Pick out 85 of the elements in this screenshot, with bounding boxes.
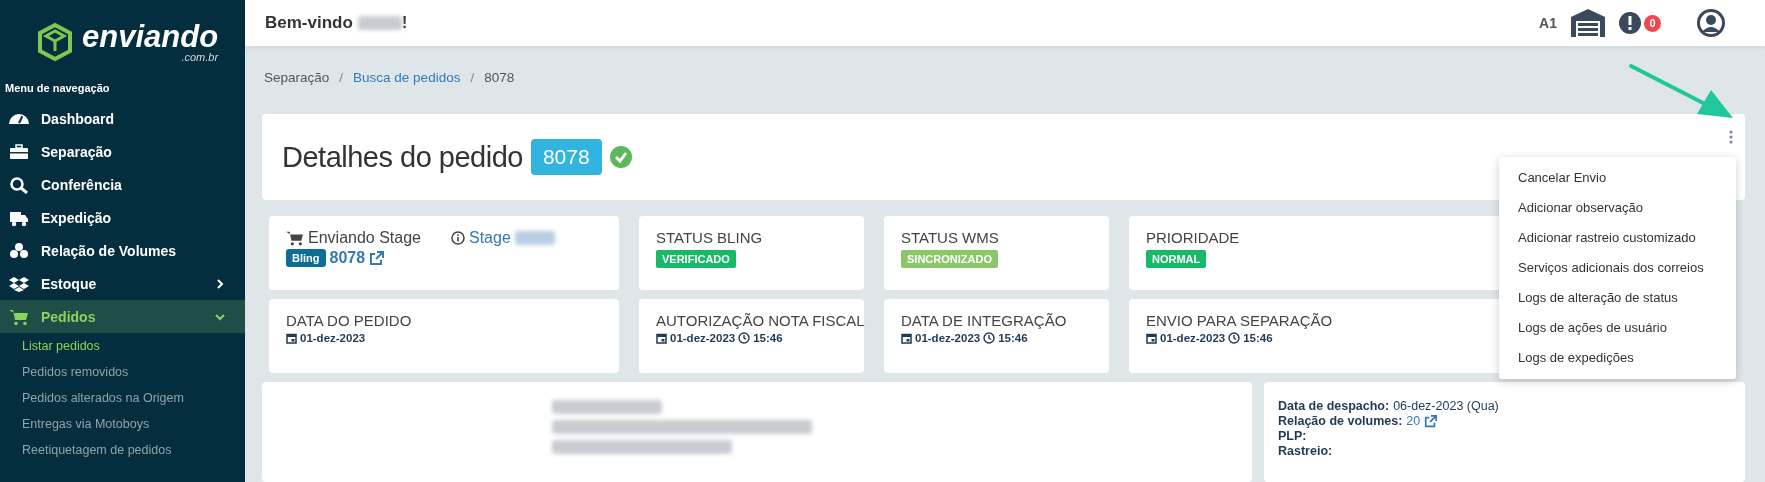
user-avatar-icon[interactable] <box>1697 9 1725 37</box>
warehouse-code: A1 <box>1539 15 1557 31</box>
store-link[interactable]: Stage <box>469 229 511 247</box>
card-title: ENVIO PARA SEPARAÇÃO <box>1146 312 1333 329</box>
cart-icon <box>286 230 304 246</box>
menu-item[interactable]: Cancelar Envio <box>1499 163 1736 193</box>
calendar-icon <box>286 332 297 344</box>
menu-item[interactable]: Logs de ações de usuário <box>1499 313 1736 343</box>
breadcrumb-item: Separação <box>264 69 330 85</box>
gauge-icon <box>9 113 29 124</box>
nav-subitem[interactable]: Pedidos alterados na Origem <box>0 385 245 411</box>
external-link-icon[interactable] <box>369 250 385 266</box>
chevron-right-icon <box>215 278 225 289</box>
boxes-icon <box>9 241 29 260</box>
card-title: STATUS WMS <box>901 229 999 246</box>
field-label: PLP: <box>1278 429 1307 444</box>
kebab-menu-icon <box>1729 130 1733 144</box>
status-badge: SINCRONIZADO <box>901 250 998 268</box>
nav-item[interactable]: Separação <box>0 135 245 168</box>
field-value: 06-dez-2023 (Qua) <box>1393 399 1499 414</box>
nav-item[interactable]: Pedidos <box>0 300 245 333</box>
card-title: DATA DE INTEGRAÇÃO <box>901 312 1067 329</box>
store-name: Enviando Stage <box>308 229 421 247</box>
nav-subitem[interactable]: Listar pedidos <box>0 333 245 359</box>
breadcrumb-separator: / <box>470 69 475 85</box>
date-text: 01-dez-2023 <box>670 332 736 344</box>
breadcrumb-link[interactable]: Busca de pedidos <box>353 69 461 85</box>
source-badge: Bling <box>286 249 326 267</box>
field-label: Relação de volumes: <box>1278 414 1403 429</box>
field-link[interactable]: 20 <box>1406 414 1421 429</box>
order-number-badge: 8078 <box>530 139 602 175</box>
search-icon <box>9 175 29 194</box>
clock-icon <box>1228 332 1241 344</box>
nav-subitem[interactable]: Entregas via Motoboys <box>0 411 245 437</box>
info-icon <box>451 231 465 245</box>
nav-subitem[interactable]: Reetiquetagem de pedidos <box>0 437 245 463</box>
card-title: DATA DO PEDIDO <box>286 312 412 329</box>
time-text: 15:46 <box>1243 332 1273 344</box>
alert-icon[interactable] <box>1619 12 1641 34</box>
status-badge: VERIFICADO <box>656 250 736 268</box>
menu-item[interactable]: Serviços adicionais dos correios <box>1499 253 1736 283</box>
cart-icon <box>9 307 29 326</box>
menu-item[interactable]: Logs de expedições <box>1499 343 1736 373</box>
menu-item[interactable]: Adicionar rastreio customizado <box>1499 223 1736 253</box>
breadcrumb-separator: / <box>339 69 344 85</box>
source-order-link[interactable]: 8078 <box>329 249 366 267</box>
chevron-down-icon <box>215 311 225 322</box>
redacted-text <box>514 231 555 245</box>
status-badge: NORMAL <box>1146 250 1207 268</box>
date-text: 01-dez-2023 <box>1160 332 1226 344</box>
nav-subitem[interactable]: Pedidos removidos <box>0 359 245 385</box>
nav-item[interactable]: Conferência <box>0 168 245 201</box>
clock-icon <box>983 332 996 344</box>
date-text: 01-dez-2023 <box>300 332 366 344</box>
field-label: Data de despacho: <box>1278 399 1390 414</box>
page-title: Detalhes do pedido <box>282 140 523 174</box>
clock-icon <box>738 332 751 344</box>
menu-item[interactable]: Adicionar observação <box>1499 193 1736 223</box>
time-text: 15:46 <box>998 332 1028 344</box>
nav-item[interactable]: Dashboard <box>0 102 245 135</box>
card-title: STATUS BLING <box>656 229 763 246</box>
welcome-exclamation: ! <box>401 13 408 33</box>
card-title: AUTORIZAÇÃO NOTA FISCAL <box>656 312 865 329</box>
calendar-icon <box>901 332 912 344</box>
redacted-name <box>357 16 402 30</box>
logo-domain: .com.br <box>181 52 219 63</box>
warehouse-icon[interactable] <box>1571 9 1605 37</box>
nav-item[interactable]: Relação de Volumes <box>0 234 245 267</box>
logo-wordmark: enviando <box>82 21 219 52</box>
calendar-icon <box>1146 332 1157 344</box>
nav-item[interactable]: Expedição <box>0 201 245 234</box>
external-link-icon[interactable] <box>1424 415 1438 428</box>
nav-item[interactable]: Estoque <box>0 267 245 300</box>
alert-count-badge: 0 <box>1644 14 1661 32</box>
field-label: Rastreio: <box>1278 444 1333 459</box>
breadcrumb-item: 8078 <box>484 69 515 85</box>
toolbox-icon <box>9 142 29 161</box>
date-text: 01-dez-2023 <box>915 332 981 344</box>
time-text: 15:46 <box>753 332 783 344</box>
welcome-text: Bem-vindo <box>265 13 353 33</box>
menu-item[interactable]: Logs de alteração de status <box>1499 283 1736 313</box>
calendar-icon <box>656 332 667 344</box>
nav-section-title: Menu de navegação <box>4 81 111 96</box>
dropbox-icon <box>9 274 29 293</box>
card-title: PRIORIDADE <box>1146 229 1240 246</box>
